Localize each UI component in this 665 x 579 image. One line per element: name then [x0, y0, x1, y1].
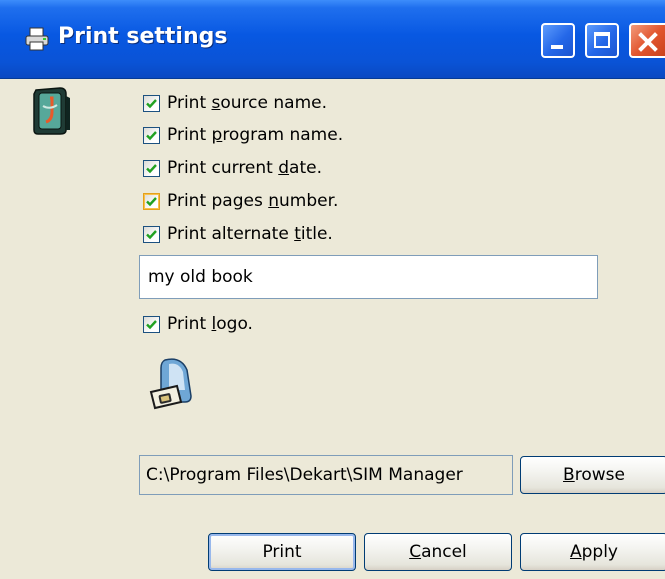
checkbox-box[interactable] — [143, 225, 160, 243]
window-title: Print settings — [58, 24, 228, 49]
checkmark-icon — [146, 229, 157, 239]
print-button[interactable]: Print — [208, 533, 356, 571]
browse-button-label: Browse — [563, 465, 625, 485]
checkmark-icon — [146, 319, 157, 329]
browse-button[interactable]: Browse — [520, 456, 665, 494]
cancel-button-label: Cancel — [409, 542, 467, 562]
close-button[interactable] — [629, 23, 665, 58]
checkmark-icon — [146, 163, 157, 173]
title-bar[interactable]: Print settings — [0, 0, 665, 79]
sim-card-logo-icon — [149, 358, 192, 410]
checkbox-box[interactable] — [143, 94, 160, 112]
logo-path-field[interactable]: C:\Program Files\Dekart\SIM Manager — [139, 455, 513, 495]
minimize-button[interactable] — [541, 23, 575, 58]
option-label: Print alternate title. — [167, 224, 333, 244]
checkbox-box[interactable] — [143, 126, 160, 144]
sim-manager-icon — [33, 87, 70, 135]
checkbox-box[interactable] — [143, 159, 160, 177]
maximize-button[interactable] — [585, 23, 619, 58]
option-label: Print pages number. — [167, 191, 339, 211]
print-button-label: Print — [262, 542, 302, 562]
checkbox-box[interactable] — [143, 192, 160, 210]
checkbox-box[interactable] — [143, 315, 160, 333]
print-alternate-title-checkbox[interactable]: Print alternate title. — [143, 222, 333, 246]
checkmark-icon — [146, 196, 157, 206]
alternate-title-input[interactable] — [139, 255, 598, 299]
option-label: Print current date. — [167, 158, 322, 178]
option-label: Print program name. — [167, 125, 344, 145]
print-source-name-checkbox[interactable]: Print source name. — [143, 91, 327, 115]
print-pages-number-checkbox[interactable]: Print pages number. — [143, 189, 338, 213]
maximize-icon — [594, 32, 610, 48]
apply-button[interactable]: Apply — [520, 533, 665, 571]
minimize-icon — [551, 45, 563, 49]
option-label: Print source name. — [167, 93, 327, 113]
apply-button-label: Apply — [569, 542, 618, 562]
checkmark-icon — [146, 130, 157, 140]
close-icon — [638, 32, 658, 52]
print-current-date-checkbox[interactable]: Print current date. — [143, 156, 322, 180]
print-program-name-checkbox[interactable]: Print program name. — [143, 123, 343, 147]
checkmark-icon — [146, 98, 157, 108]
cancel-button[interactable]: Cancel — [364, 533, 512, 571]
printer-icon — [25, 27, 49, 51]
print-logo-checkbox[interactable]: Print logo. — [143, 312, 253, 336]
option-label: Print logo. — [167, 314, 253, 334]
